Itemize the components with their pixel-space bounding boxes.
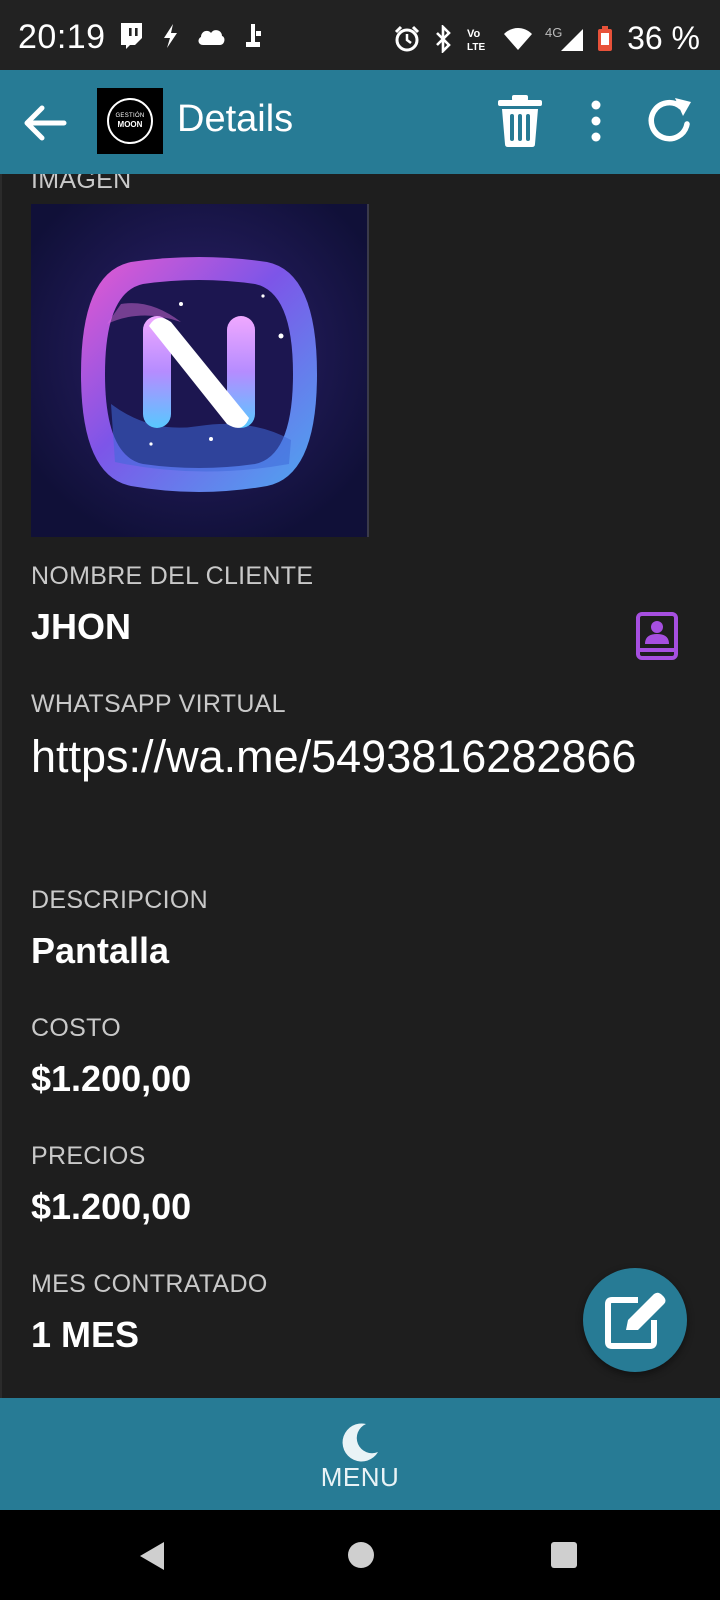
cost-value: $1.200,00	[31, 1058, 192, 1099]
bottom-menu-bar[interactable]: MENU	[0, 1398, 720, 1510]
svg-text:Vo: Vo	[467, 28, 481, 40]
wifi-icon	[503, 26, 533, 52]
price-value: $1.200,00	[31, 1186, 192, 1227]
system-back-button[interactable]	[137, 1540, 167, 1577]
edit-icon	[605, 1292, 666, 1349]
battery-icon	[597, 25, 613, 53]
cost-label: COSTO	[31, 1014, 121, 1042]
client-name-value: JHON	[31, 606, 132, 647]
status-right-icons: Vo LTE 4G 36 %	[393, 20, 700, 57]
more-vert-icon	[591, 100, 601, 142]
client-image	[31, 204, 369, 537]
volte-icon: Vo LTE	[465, 25, 491, 53]
more-options-button[interactable]	[578, 96, 614, 146]
system-navigation-bar	[0, 1510, 720, 1600]
bluetooth-icon	[433, 24, 453, 53]
status-bar: 20:19 Vo LTE 4G 36 %	[0, 0, 720, 70]
svg-text:LTE: LTE	[467, 42, 485, 53]
menu-label: MENU	[320, 1461, 400, 1492]
app-n-logo-icon	[31, 204, 367, 537]
app-logo: GESTIÓN MOON	[97, 88, 163, 154]
page-title: Details	[177, 98, 294, 140]
description-value: Pantalla	[31, 930, 170, 971]
contact-book-icon	[636, 612, 678, 660]
logo-text-bottom: MOON	[117, 120, 143, 129]
moon-icon	[342, 1422, 378, 1461]
arrow-back-icon	[24, 105, 67, 141]
whatsapp-link[interactable]: https://wa.me/5493816282866	[31, 726, 691, 788]
network-type-label: 4G	[545, 25, 562, 40]
moon-logo-icon: GESTIÓN MOON	[107, 98, 153, 144]
left-edge-divider	[0, 174, 2, 1398]
refresh-button[interactable]	[643, 94, 697, 148]
square-recents-icon	[551, 1542, 577, 1568]
alarm-icon	[393, 25, 421, 53]
signal-icon: 4G	[545, 25, 585, 53]
circle-home-icon	[348, 1542, 374, 1568]
logo-text-top: GESTIÓN	[115, 113, 145, 119]
battery-percentage: 36 %	[627, 20, 700, 56]
image-label: IMAGEN	[31, 174, 132, 194]
system-recents-button[interactable]	[550, 1541, 578, 1574]
delete-button[interactable]	[496, 94, 544, 148]
cloud-icon	[196, 25, 226, 47]
client-name-label: NOMBRE DEL CLIENTE	[31, 562, 314, 590]
details-content[interactable]: IMAGEN NOMBRE DEL CLIENTE JHON WHATSAPP …	[0, 174, 720, 1398]
twitch-icon	[118, 22, 144, 50]
contracted-month-label: MES CONTRATADO	[31, 1270, 268, 1298]
triangle-back-icon	[140, 1542, 164, 1570]
status-time: 20:19	[18, 18, 106, 56]
status-left-icons	[118, 22, 264, 50]
bolt-icon	[160, 22, 180, 50]
contracted-month-value: 1 MES	[31, 1314, 140, 1355]
usb-icon	[242, 22, 264, 50]
contact-book-button[interactable]	[635, 612, 679, 662]
price-label: PRECIOS	[31, 1142, 146, 1170]
edit-fab-button[interactable]	[583, 1268, 687, 1372]
back-button[interactable]	[20, 98, 70, 148]
whatsapp-label: WHATSAPP VIRTUAL	[31, 690, 286, 718]
description-label: DESCRIPCION	[31, 886, 208, 914]
system-home-button[interactable]	[346, 1540, 376, 1575]
delete-icon	[498, 95, 542, 147]
refresh-icon	[648, 98, 691, 142]
app-bar: GESTIÓN MOON Details	[0, 70, 720, 174]
